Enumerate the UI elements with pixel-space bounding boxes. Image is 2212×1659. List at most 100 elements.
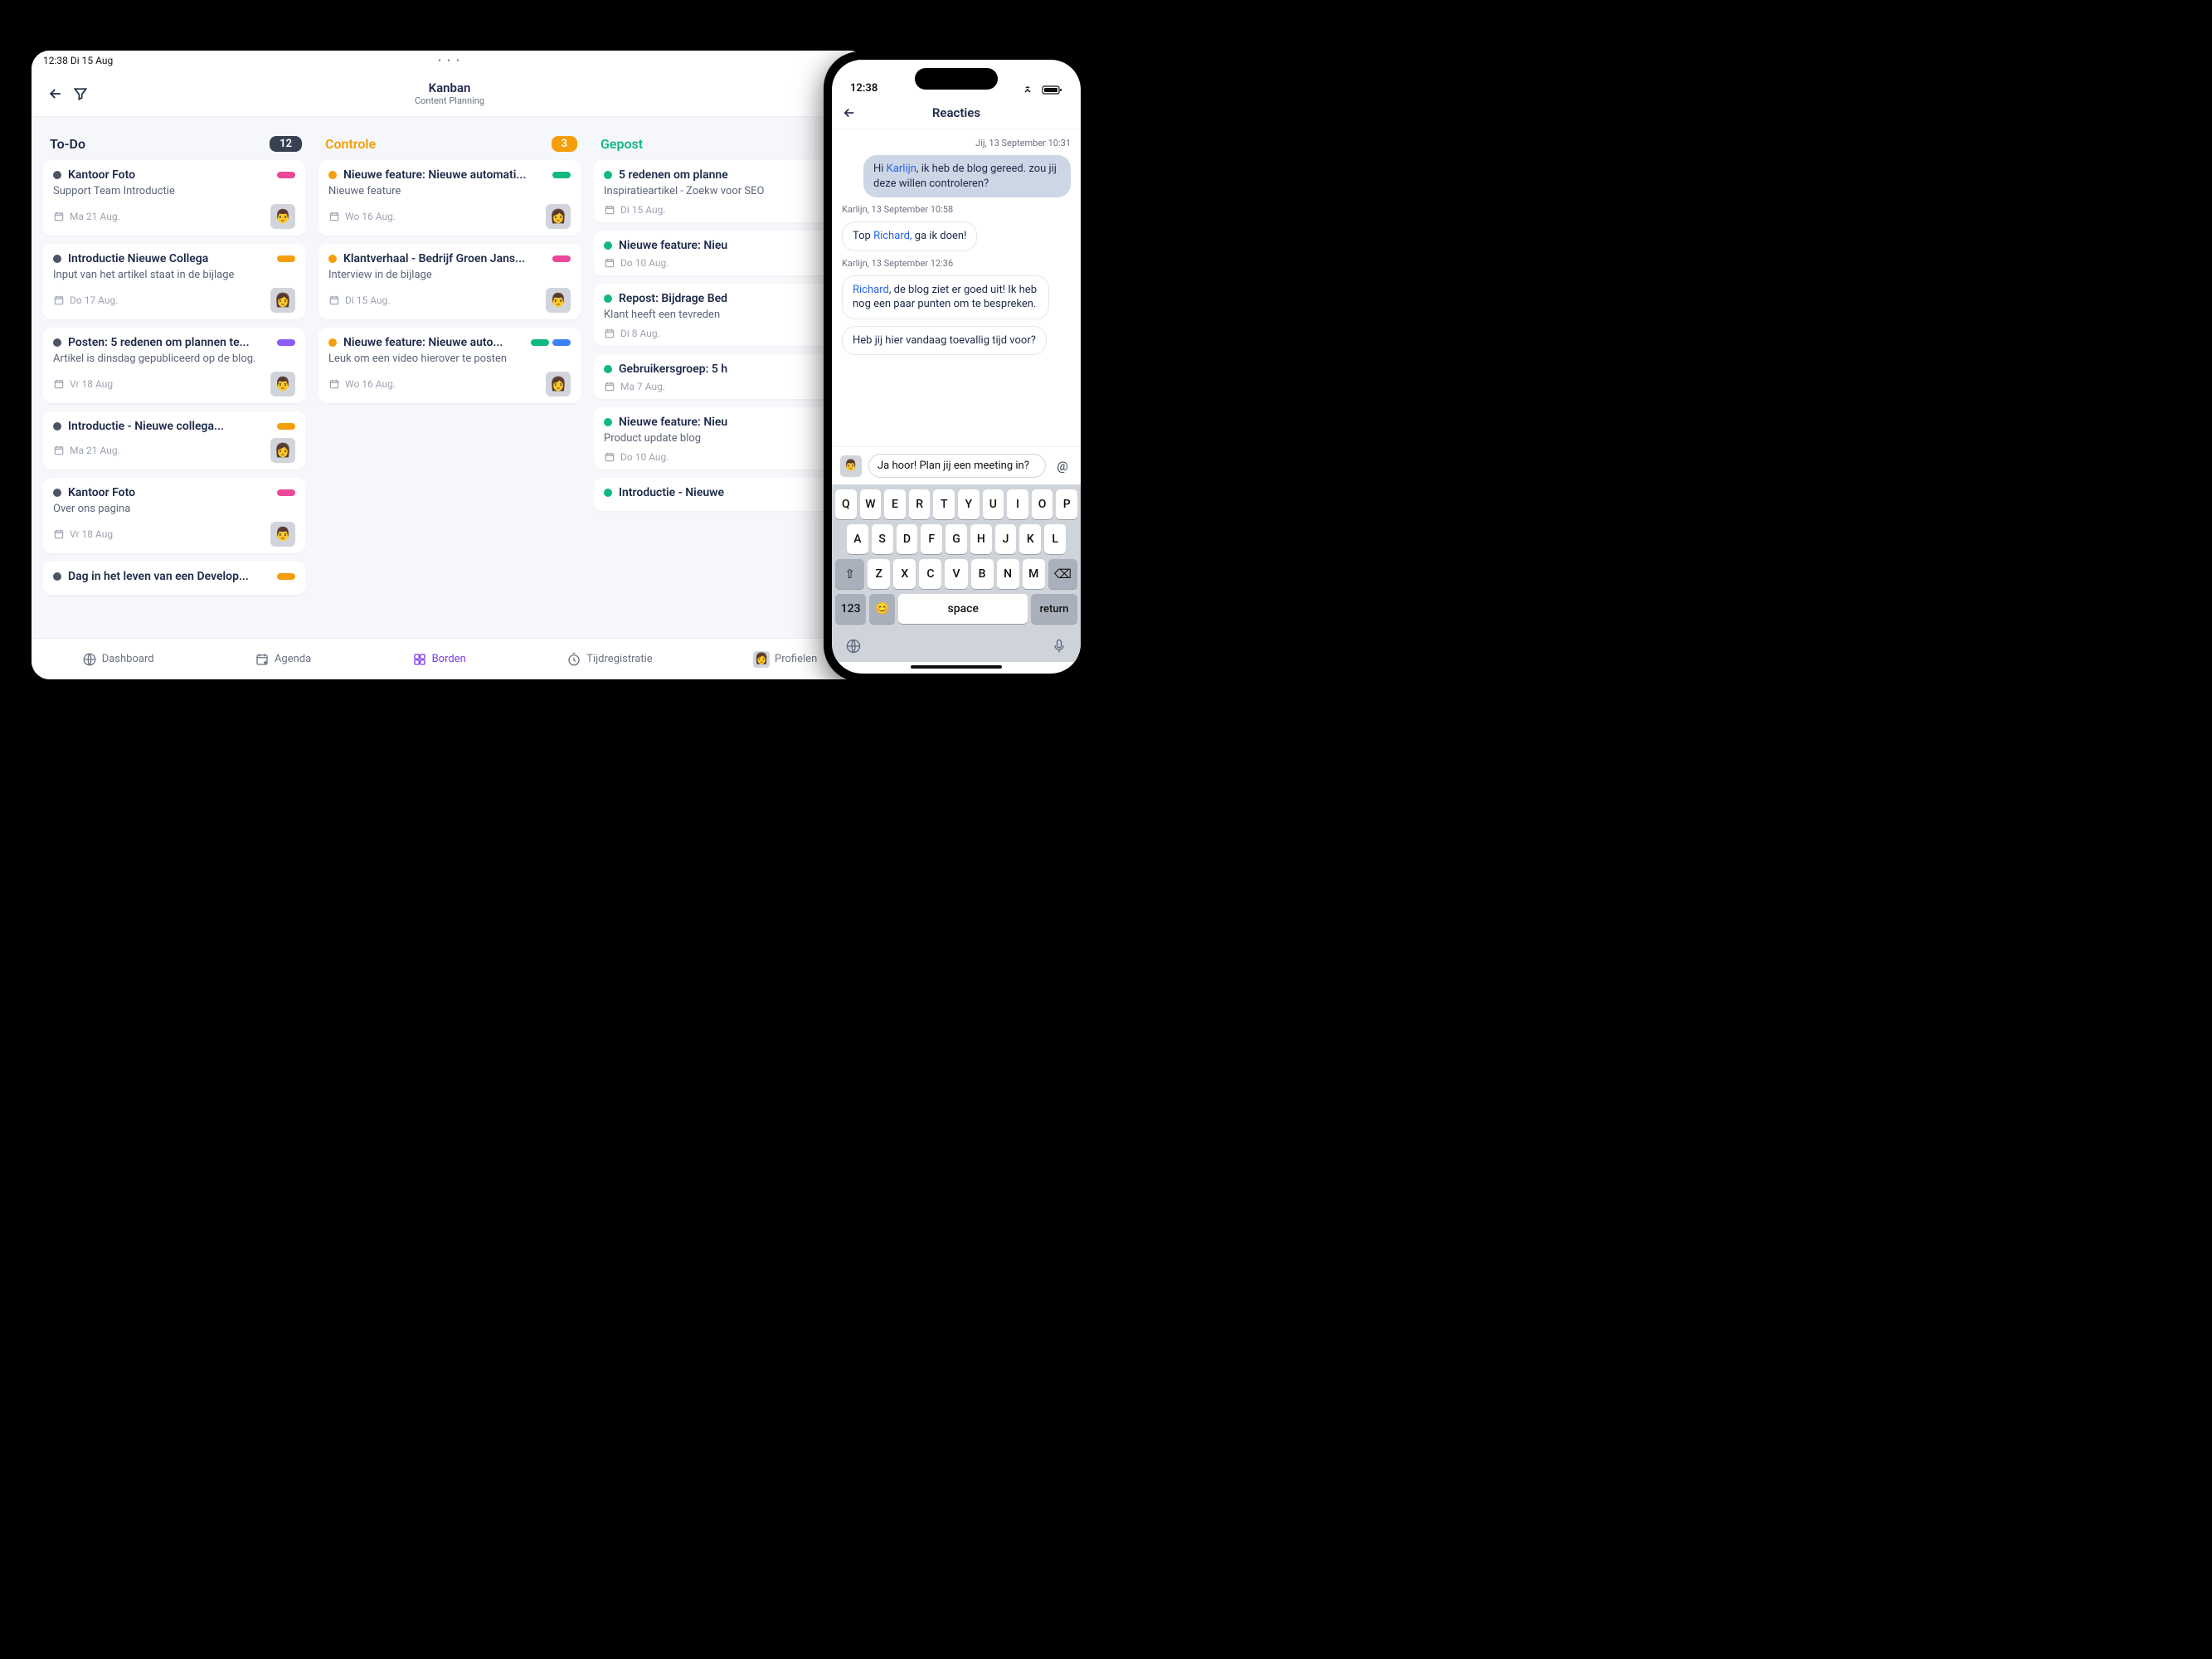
kanban-card[interactable]: Gebruikersgroep: 5 hMa 7 Aug. bbox=[594, 354, 856, 399]
card-date: Wo 16 Aug. bbox=[328, 211, 396, 222]
calendar-icon bbox=[328, 378, 340, 390]
home-indicator bbox=[911, 665, 1002, 669]
nav-label: Tijdregistratie bbox=[586, 653, 653, 665]
kanban-card[interactable]: Dag in het leven van een Develop... bbox=[43, 562, 305, 595]
kanban-card[interactable]: Posten: 5 redenen om plannen te...Artike… bbox=[43, 328, 305, 403]
status-dot bbox=[604, 171, 612, 179]
key-f[interactable]: F bbox=[921, 524, 942, 554]
composer-input[interactable]: Ja hoor! Plan jij een meeting in? bbox=[868, 454, 1046, 478]
nav-dashboard[interactable]: Dashboard bbox=[82, 652, 154, 667]
chat-thread[interactable]: Jij, 13 September 10:31Hi Karlijn, ik he… bbox=[832, 129, 1081, 446]
key-space[interactable]: space bbox=[898, 594, 1028, 624]
phone-back-button[interactable] bbox=[842, 105, 857, 120]
key-backspace[interactable]: ⌫ bbox=[1048, 559, 1077, 589]
kanban-card[interactable]: Nieuwe feature: NieuProduct update blogD… bbox=[594, 407, 856, 469]
message-outgoing[interactable]: Hi Karlijn, ik heb de blog gereed. zou j… bbox=[863, 155, 1071, 197]
nav-profielen[interactable]: 👩Profielen bbox=[753, 651, 817, 668]
card-date: Ma 21 Aug. bbox=[53, 211, 120, 222]
phone-status-icons bbox=[1024, 85, 1062, 95]
kanban-card[interactable]: Kantoor FotoSupport Team IntroductieMa 2… bbox=[43, 160, 305, 236]
key-t[interactable]: T bbox=[933, 489, 955, 519]
phone-device: 12:38 Reacties Jij, 13 September 10:31Hi… bbox=[824, 51, 1089, 682]
column-todo: To-Do12Kantoor FotoSupport Team Introduc… bbox=[43, 127, 305, 638]
key-l[interactable]: L bbox=[1044, 524, 1066, 554]
column-title: Controle bbox=[325, 136, 376, 152]
filter-button[interactable] bbox=[68, 81, 93, 106]
kanban-card[interactable]: Klantverhaal - Bedrijf Groen Jans...Inte… bbox=[318, 244, 581, 319]
calendar-icon bbox=[604, 257, 615, 269]
message-incoming[interactable]: Top Richard, ga ik doen! bbox=[842, 221, 977, 251]
key-p[interactable]: P bbox=[1056, 489, 1077, 519]
kanban-card[interactable]: Nieuwe feature: Nieuwe automati...Nieuwe… bbox=[318, 160, 581, 236]
mention-button[interactable]: @ bbox=[1053, 459, 1072, 474]
statusbar-dots: • • • bbox=[438, 55, 461, 66]
key-o[interactable]: O bbox=[1032, 489, 1053, 519]
kanban-card[interactable]: Introductie Nieuwe CollegaInput van het … bbox=[43, 244, 305, 319]
kanban-card[interactable]: Repost: Bijdrage BedKlant heeft een tevr… bbox=[594, 284, 856, 346]
kanban-card[interactable]: Nieuwe feature: Nieu Do 10 Aug. bbox=[594, 231, 856, 275]
message-incoming[interactable]: Heb jij hier vandaag toevallig tijd voor… bbox=[842, 326, 1047, 356]
calendar-icon bbox=[53, 294, 65, 306]
card-date: Do 10 Aug. bbox=[604, 451, 668, 463]
key-i[interactable]: I bbox=[1007, 489, 1028, 519]
key-numbers[interactable]: 123 bbox=[835, 594, 866, 624]
kanban-card[interactable]: Nieuwe feature: Nieuwe auto...Leuk om ee… bbox=[318, 328, 581, 403]
key-k[interactable]: K bbox=[1019, 524, 1041, 554]
key-e[interactable]: E bbox=[884, 489, 906, 519]
calendar-icon bbox=[53, 445, 65, 456]
status-dot bbox=[604, 418, 612, 426]
nav-tijdregistratie[interactable]: Tijdregistratie bbox=[566, 652, 653, 667]
nav-label: Profielen bbox=[775, 653, 817, 665]
card-title: Nieuwe feature: Nieu bbox=[619, 239, 846, 252]
key-r[interactable]: R bbox=[909, 489, 931, 519]
message-incoming[interactable]: Richard, de blog ziet er goed uit! Ik he… bbox=[842, 275, 1049, 319]
page-title: Kanban bbox=[415, 80, 484, 95]
key-y[interactable]: Y bbox=[958, 489, 980, 519]
key-q[interactable]: Q bbox=[835, 489, 857, 519]
key-n[interactable]: N bbox=[997, 559, 1019, 589]
nav-agenda[interactable]: Agenda bbox=[255, 652, 311, 667]
key-d[interactable]: D bbox=[897, 524, 918, 554]
kanban-card[interactable]: Introductie - Nieuwe collega...Ma 21 Aug… bbox=[43, 411, 305, 469]
key-s[interactable]: S bbox=[872, 524, 893, 554]
kanban-card[interactable]: Kantoor FotoOver ons paginaVr 18 Aug👨 bbox=[43, 478, 305, 553]
back-button[interactable] bbox=[43, 81, 68, 106]
tag-pill bbox=[552, 172, 571, 178]
card-title: Introductie - Nieuwe collega... bbox=[68, 420, 270, 433]
card-title: 5 redenen om planne bbox=[619, 168, 846, 182]
mic-icon[interactable] bbox=[1051, 638, 1067, 654]
key-emoji[interactable]: 😊 bbox=[869, 594, 895, 624]
grid-icon bbox=[412, 652, 427, 667]
status-dot bbox=[53, 255, 61, 263]
card-title: Introductie Nieuwe Collega bbox=[68, 252, 270, 265]
kanban-card[interactable]: Introductie - Nieuwe bbox=[594, 478, 856, 511]
nav-borden[interactable]: Borden bbox=[412, 652, 466, 667]
status-dot bbox=[328, 255, 337, 263]
card-tags bbox=[552, 255, 571, 262]
key-b[interactable]: B bbox=[971, 559, 994, 589]
key-z[interactable]: Z bbox=[868, 559, 890, 589]
key-u[interactable]: U bbox=[983, 489, 1004, 519]
filter-icon bbox=[72, 85, 89, 102]
key-v[interactable]: V bbox=[945, 559, 967, 589]
key-return[interactable]: return bbox=[1031, 594, 1077, 624]
status-dot bbox=[53, 171, 61, 179]
calendar-icon bbox=[604, 381, 615, 392]
key-g[interactable]: G bbox=[946, 524, 967, 554]
column-controle: Controle3Nieuwe feature: Nieuwe automati… bbox=[318, 127, 581, 638]
key-c[interactable]: C bbox=[919, 559, 941, 589]
tag-pill bbox=[552, 339, 571, 346]
card-title: Nieuwe feature: Nieu bbox=[619, 416, 846, 429]
assignee-avatar: 👩 bbox=[270, 288, 295, 313]
key-shift[interactable]: ⇧ bbox=[835, 559, 864, 589]
key-a[interactable]: A bbox=[847, 524, 868, 554]
key-h[interactable]: H bbox=[970, 524, 992, 554]
key-x[interactable]: X bbox=[893, 559, 916, 589]
key-j[interactable]: J bbox=[995, 524, 1017, 554]
card-date: Do 10 Aug. bbox=[604, 257, 668, 269]
key-w[interactable]: W bbox=[860, 489, 882, 519]
globe-icon[interactable] bbox=[845, 638, 862, 654]
tablet-statusbar: 12:38 Di 15 Aug • • • bbox=[32, 51, 868, 71]
key-m[interactable]: M bbox=[1023, 559, 1045, 589]
kanban-card[interactable]: 5 redenen om planneInspiratieartikel - Z… bbox=[594, 160, 856, 222]
